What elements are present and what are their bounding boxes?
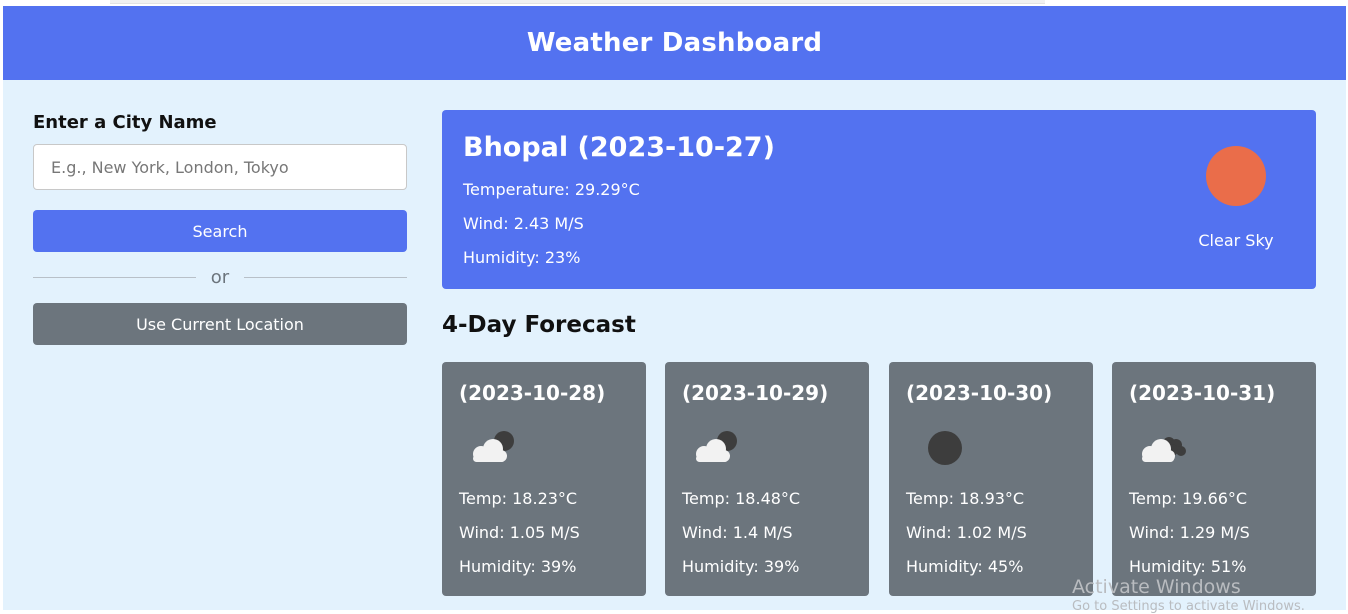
- forecast-humidity: Humidity: 45%: [906, 557, 1024, 576]
- watermark-title: Activate Windows: [1072, 576, 1241, 598]
- or-divider: or: [33, 258, 407, 297]
- search-panel: Enter a City Name Search or Use Current …: [33, 112, 407, 345]
- forecast-temp: Temp: 18.48°C: [682, 489, 801, 508]
- city-search-input[interactable]: [33, 144, 407, 190]
- moon-icon: [928, 431, 962, 465]
- forecast-title: 4-Day Forecast: [442, 312, 636, 338]
- forecast-wind: Wind: 1.4 M/S: [682, 523, 793, 542]
- cloud-moon-icon: [696, 431, 737, 462]
- windows-activation-watermark: Activate Windows Go to Settings to activ…: [1072, 576, 1305, 614]
- main-area: Enter a City Name Search or Use Current …: [3, 80, 1346, 610]
- page-title: Weather Dashboard: [526, 28, 823, 58]
- divider-text: or: [210, 267, 230, 288]
- clouds-icon: [1142, 437, 1186, 462]
- forecast-card: (2023-10-28) Temp: 18.23°C Wind: 1.05 M/…: [442, 362, 646, 596]
- current-humidity: Humidity: 23%: [463, 248, 581, 267]
- forecast-temp: Temp: 18.93°C: [906, 489, 1025, 508]
- sun-icon: [1206, 146, 1266, 206]
- forecast-date: (2023-10-30): [906, 381, 1053, 405]
- divider-line-left: [33, 277, 196, 278]
- forecast-wind: Wind: 1.02 M/S: [906, 523, 1027, 542]
- current-temperature: Temperature: 29.29°C: [463, 180, 640, 199]
- scroll-strip: [110, 0, 1045, 4]
- city-input-label: Enter a City Name: [33, 112, 217, 133]
- current-wind: Wind: 2.43 M/S: [463, 214, 584, 233]
- forecast-card: (2023-10-30) Temp: 18.93°C Wind: 1.02 M/…: [889, 362, 1093, 596]
- search-button[interactable]: Search: [33, 210, 407, 252]
- forecast-cards: (2023-10-28) Temp: 18.23°C Wind: 1.05 M/…: [442, 362, 1316, 596]
- watermark-subtitle: Go to Settings to activate Windows.: [1072, 599, 1305, 614]
- forecast-temp: Temp: 18.23°C: [459, 489, 578, 508]
- forecast-humidity: Humidity: 39%: [682, 557, 800, 576]
- app-header: Weather Dashboard: [3, 6, 1346, 80]
- forecast-card: (2023-10-31) Temp: 19.66°C Wind: 1.29 M/…: [1112, 362, 1316, 596]
- forecast-temp: Temp: 19.66°C: [1129, 489, 1248, 508]
- current-weather-card: Bhopal (2023-10-27) Temperature: 29.29°C…: [442, 110, 1316, 289]
- forecast-card: (2023-10-29) Temp: 18.48°C Wind: 1.4 M/S…: [665, 362, 869, 596]
- forecast-date: (2023-10-29): [682, 381, 829, 405]
- cloud-moon-icon: [473, 431, 514, 462]
- forecast-date: (2023-10-28): [459, 381, 606, 405]
- divider-line-right: [244, 277, 407, 278]
- forecast-wind: Wind: 1.05 M/S: [459, 523, 580, 542]
- forecast-humidity: Humidity: 39%: [459, 557, 577, 576]
- use-current-location-button[interactable]: Use Current Location: [33, 303, 407, 345]
- forecast-wind: Wind: 1.29 M/S: [1129, 523, 1250, 542]
- current-city-date: Bhopal (2023-10-27): [463, 132, 775, 163]
- forecast-humidity: Humidity: 51%: [1129, 557, 1247, 576]
- current-weather-icon: [1192, 144, 1280, 208]
- forecast-date: (2023-10-31): [1129, 381, 1276, 405]
- current-weather-description: Clear Sky: [1198, 231, 1274, 250]
